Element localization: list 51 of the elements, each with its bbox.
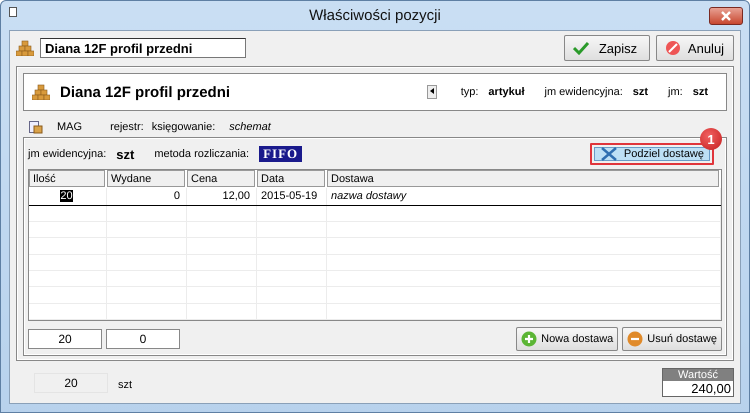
save-button[interactable]: Zapisz <box>564 35 650 61</box>
total-field: 0 <box>106 329 180 349</box>
column-header[interactable]: Ilość <box>29 170 105 188</box>
plus-icon <box>521 331 538 347</box>
check-icon <box>573 41 589 55</box>
column-header[interactable]: Wydane <box>107 170 185 188</box>
minus-icon <box>627 331 644 347</box>
table-cell: 12,00 <box>222 190 250 202</box>
warehouse-icon <box>29 120 43 134</box>
method-label: metoda rozliczania: <box>154 148 250 160</box>
window-title: Właściwości pozycji <box>308 7 442 24</box>
posting-value: schemat <box>229 121 271 133</box>
unit-text: szt <box>118 379 132 391</box>
scroll-left-button[interactable] <box>426 85 437 99</box>
field-label: jm: <box>668 86 683 98</box>
boxes-icon <box>32 84 50 100</box>
register-label: rejestr: <box>110 121 144 133</box>
field-label: jm ewidencyjna: <box>544 86 623 98</box>
name-field[interactable]: Diana 12F profil przedni <box>40 38 246 58</box>
new-delivery-button[interactable]: Nowa dostawa <box>516 327 618 351</box>
field-value: szt <box>692 86 708 98</box>
cancel-button[interactable]: Anuluj <box>656 35 734 61</box>
column-header[interactable]: Data <box>257 170 325 188</box>
step-badge: 1 <box>700 128 722 150</box>
warehouse-label: MAG <box>57 121 82 133</box>
window-icon[interactable] <box>9 7 17 17</box>
total-field: 20 <box>28 329 102 349</box>
table-cell: 2015-05-19 <box>261 190 318 202</box>
column-header[interactable]: Dostawa <box>327 170 719 188</box>
column-header[interactable]: Cena <box>187 170 255 188</box>
field-value: artykuł <box>488 86 524 98</box>
remove-delivery-button[interactable]: Usuń dostawę <box>622 327 722 351</box>
left-arrow-icon <box>430 88 434 94</box>
quantity-field: 20 <box>34 373 108 393</box>
unit-value: szt <box>116 146 134 162</box>
value-field: 240,00 <box>663 381 733 396</box>
method-value: FIFO <box>259 146 302 162</box>
field-value: szt <box>632 86 648 98</box>
field-label: typ: <box>460 86 478 98</box>
table-cell: 20 <box>60 190 73 202</box>
item-name: Diana 12F profil przedni <box>60 84 232 100</box>
value-label: Wartość <box>663 369 733 381</box>
close-icon <box>721 11 731 21</box>
table-cell: nazwa dostawy <box>331 190 406 202</box>
unit-label: jm ewidencyjna: <box>28 148 106 160</box>
table-cell: 0 <box>174 190 180 202</box>
split-delivery-button[interactable]: Podziel dostawę <box>590 143 714 165</box>
no-entry-icon <box>665 40 681 56</box>
boxes-icon <box>16 40 34 56</box>
posting-label: księgowanie: <box>152 121 216 133</box>
close-button[interactable] <box>709 7 743 25</box>
